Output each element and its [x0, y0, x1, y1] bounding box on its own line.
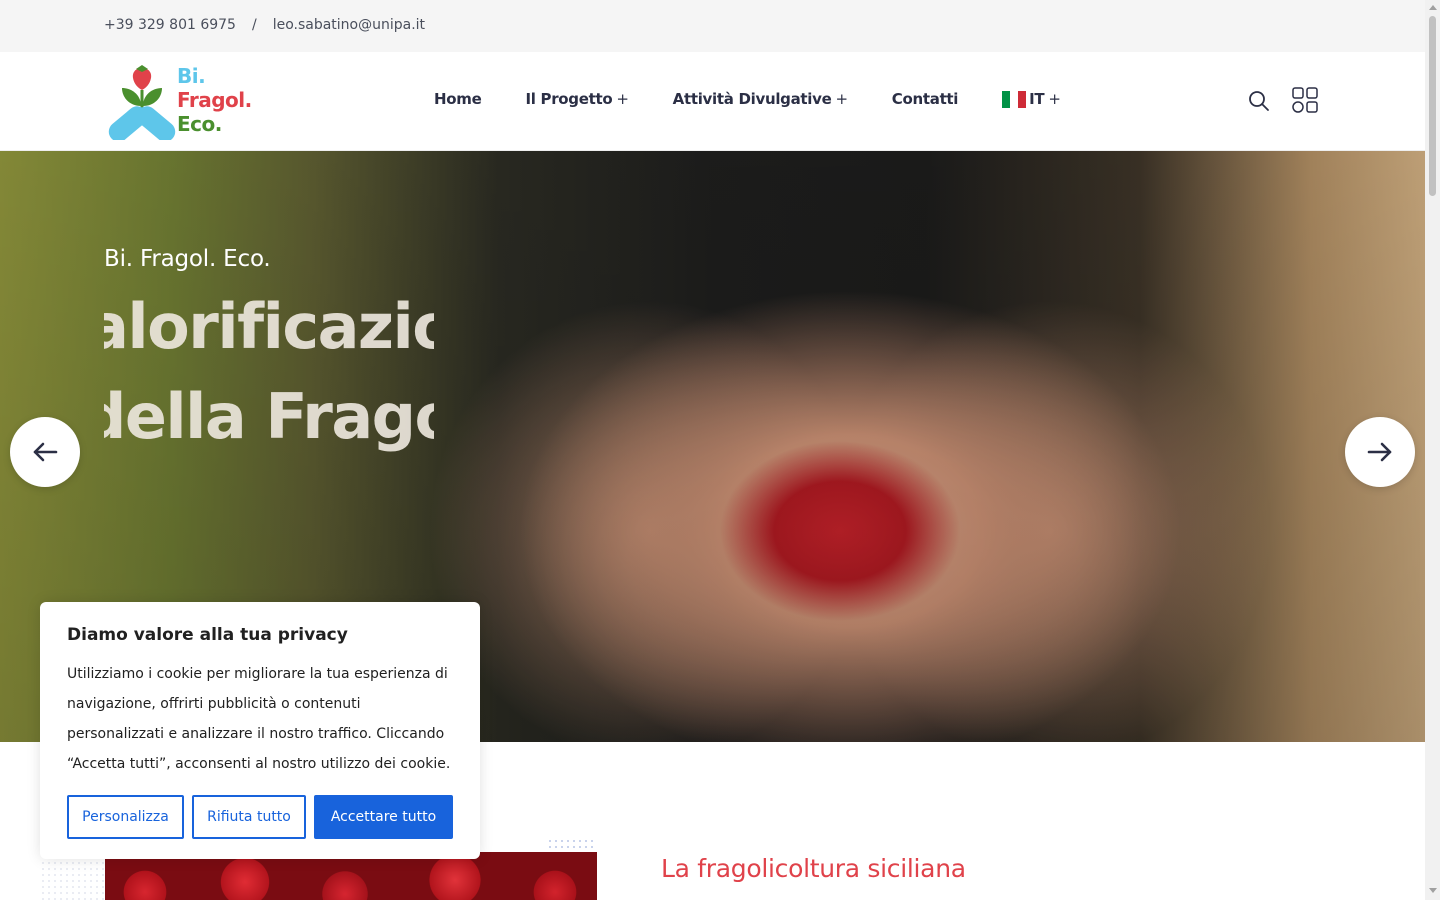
- email-link[interactable]: leo.sabatino@unipa.it: [273, 17, 425, 33]
- logo-line-1: Bi.: [177, 64, 206, 88]
- scrollbar-thumb[interactable]: [1429, 16, 1436, 196]
- logo-line-3: Eco.: [177, 112, 222, 136]
- italy-flag-icon: [1002, 90, 1027, 108]
- scroll-up-icon[interactable]: [1429, 5, 1437, 10]
- scroll-down-icon[interactable]: [1429, 888, 1437, 893]
- arrow-right-icon: [1367, 442, 1392, 462]
- nav-item-label: Contatti: [891, 90, 959, 108]
- main-nav: Home Il Progetto + Attività Divulgative …: [434, 90, 1105, 108]
- search-icon: [1249, 91, 1269, 111]
- nav-item-label: Home: [434, 90, 482, 108]
- reject-all-button[interactable]: Rifiuta tutto: [192, 795, 306, 839]
- contact-info: +39 329 801 6975 / leo.sabatino@unipa.it: [104, 17, 425, 33]
- site-logo[interactable]: Bi. Fragol. Eco.: [108, 64, 268, 140]
- nav-item-il-progetto[interactable]: Il Progetto +: [525, 90, 628, 108]
- nav-item-home[interactable]: Home: [434, 90, 482, 108]
- page-scrollbar[interactable]: [1425, 0, 1440, 900]
- site-header: Bi. Fragol. Eco. Home Il Progetto + Atti…: [0, 52, 1425, 151]
- top-bar: +39 329 801 6975 / leo.sabatino@unipa.it: [0, 0, 1425, 52]
- phone-link[interactable]: +39 329 801 6975: [104, 17, 236, 33]
- hero-headline: Valorificazione della Fragola: [104, 286, 434, 466]
- strawberry-logo-icon: [108, 65, 176, 140]
- hero-headline-line-2: della Fragola: [104, 380, 434, 453]
- dot-pattern-decoration: [40, 860, 105, 900]
- hero-headline-line-1: Valorificazione: [104, 290, 434, 363]
- submenu-plus-icon: +: [616, 90, 629, 108]
- customize-button[interactable]: Personalizza: [67, 795, 184, 839]
- section-title: La fragolicoltura siciliana: [661, 854, 966, 883]
- language-label: IT: [1029, 90, 1045, 108]
- strawberries-image: [105, 852, 597, 900]
- submenu-plus-icon: +: [835, 90, 849, 108]
- contact-separator: /: [251, 17, 257, 33]
- cookie-title: Diamo valore alla tua privacy: [67, 625, 348, 645]
- cookie-description: Utilizziamo i cookie per migliorare la t…: [67, 666, 451, 772]
- grid-menu-icon: [1292, 87, 1318, 113]
- nav-item-label: Il Progetto: [525, 90, 613, 108]
- nav-item-attivita-divulgative[interactable]: Attività Divulgative +: [673, 90, 848, 108]
- slider-prev-button[interactable]: [10, 417, 80, 487]
- slider-next-button[interactable]: [1345, 417, 1415, 487]
- submenu-plus-icon: +: [1048, 90, 1061, 108]
- logo-line-2: Fragol.: [177, 88, 252, 112]
- search-button[interactable]: [1248, 90, 1270, 112]
- language-switcher[interactable]: IT +: [1002, 90, 1061, 108]
- accept-all-button[interactable]: Accettare tutto: [314, 795, 453, 839]
- cookie-consent-banner: Diamo valore alla tua privacy Utilizziam…: [40, 602, 480, 859]
- nav-item-label: Attività Divulgative: [672, 90, 832, 108]
- hero-subtitle: Bi. Fragol. Eco.: [104, 246, 271, 272]
- dot-pattern-decoration: [547, 838, 597, 852]
- logo-text: Bi. Fragol. Eco.: [177, 64, 252, 136]
- arrow-left-icon: [33, 442, 58, 462]
- offcanvas-menu-button[interactable]: [1292, 87, 1318, 113]
- nav-item-contatti[interactable]: Contatti: [891, 90, 959, 108]
